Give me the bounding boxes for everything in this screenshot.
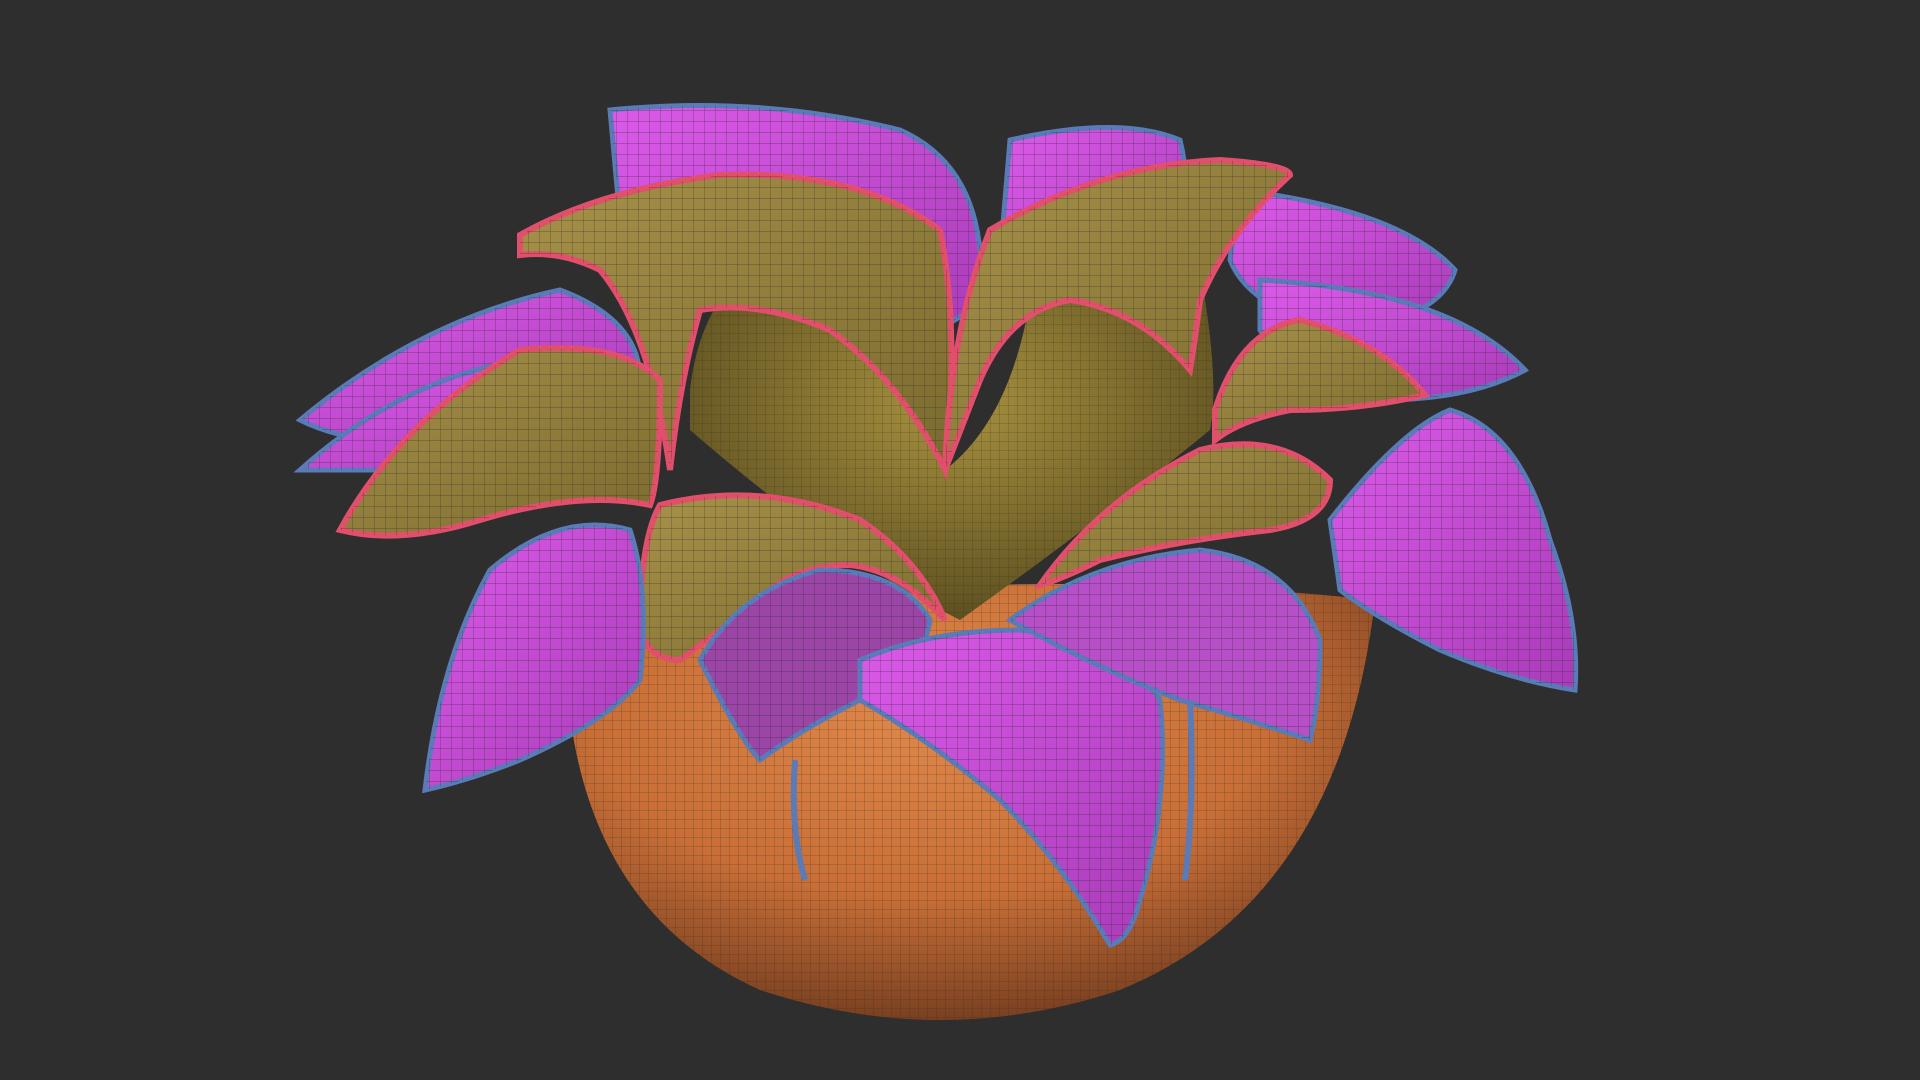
sculpt-viewport[interactable]	[0, 0, 1920, 1080]
flower-pot-model	[293, 103, 1579, 1020]
